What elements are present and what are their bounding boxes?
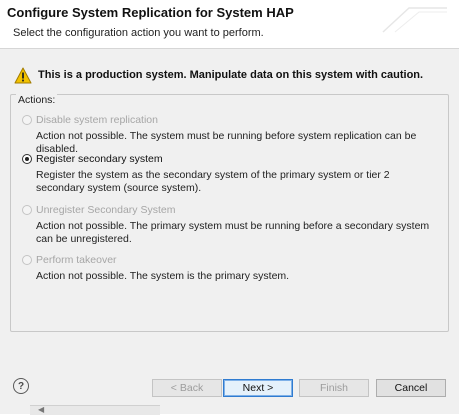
- actions-group-label: Actions:: [16, 94, 58, 106]
- option-description: Action not possible. The primary system …: [36, 220, 430, 245]
- option-label: Disable system replication: [36, 114, 158, 126]
- option-description: Register the system as the secondary sys…: [36, 169, 390, 194]
- wizard-header: Configure System Replication for System …: [0, 0, 459, 48]
- wizard-content: This is a production system. Manipulate …: [0, 49, 459, 360]
- option-label: Unregister Secondary System: [36, 204, 176, 216]
- actions-group: Actions: Disable system replication Acti…: [10, 94, 449, 332]
- radio-register-secondary[interactable]: [22, 154, 32, 164]
- wizard-subtitle: Select the configuration action you want…: [13, 27, 264, 39]
- cancel-button[interactable]: Cancel: [376, 379, 446, 397]
- option-register-secondary: Register secondary system Register the s…: [22, 152, 431, 195]
- scroll-left-arrow-icon: ◀: [38, 405, 45, 414]
- radio-unregister-secondary[interactable]: [22, 205, 32, 215]
- option-label: Perform takeover: [36, 254, 117, 266]
- option-unregister-secondary: Unregister Secondary System Action not p…: [22, 203, 431, 246]
- option-label[interactable]: Register secondary system: [36, 153, 163, 165]
- option-description: Action not possible. The system is the p…: [36, 270, 290, 282]
- radio-perform-takeover[interactable]: [22, 255, 32, 265]
- help-icon[interactable]: ?: [13, 378, 29, 394]
- warning-icon: [14, 67, 32, 83]
- warning-text: This is a production system. Manipulate …: [38, 69, 424, 81]
- radio-disable-replication[interactable]: [22, 115, 32, 125]
- warning-banner: This is a production system. Manipulate …: [14, 65, 423, 85]
- next-button[interactable]: Next >: [223, 379, 293, 397]
- back-button[interactable]: < Back: [152, 379, 222, 397]
- finish-button[interactable]: Finish: [299, 379, 369, 397]
- option-disable-replication: Disable system replication Action not po…: [22, 113, 431, 156]
- option-perform-takeover: Perform takeover Action not possible. Th…: [22, 253, 431, 283]
- wizard-title: Configure System Replication for System …: [7, 5, 294, 20]
- header-decoration-icon: [382, 7, 447, 33]
